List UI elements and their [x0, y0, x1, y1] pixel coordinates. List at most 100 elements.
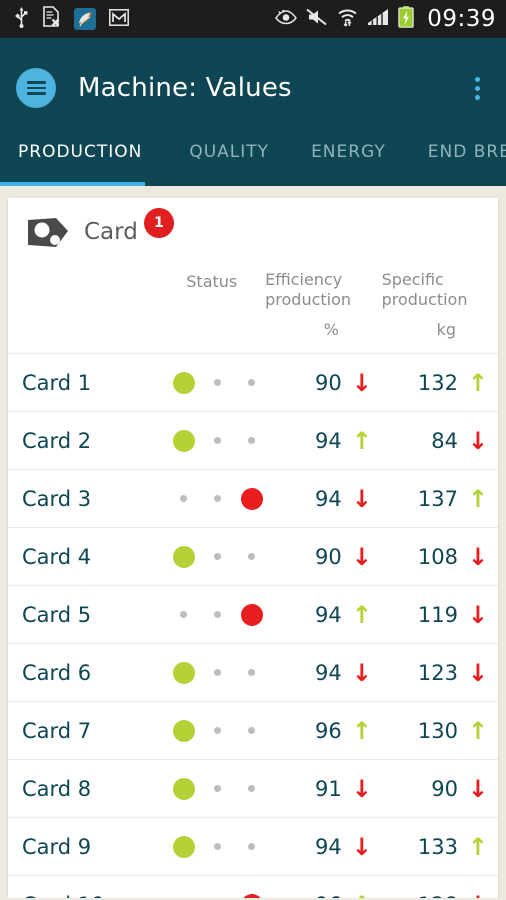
tab-energy[interactable]: ENERGY	[311, 138, 386, 162]
status-dot-slot-inactive	[173, 611, 195, 618]
efficiency-trend-up-arrow-icon: ↑	[351, 600, 372, 629]
status-dot-slot-inactive	[207, 669, 229, 676]
specific-trend-down-arrow-icon: ↓	[467, 774, 489, 803]
status-dot-inactive	[214, 785, 222, 792]
status-dot-inactive	[214, 727, 222, 734]
specific-value: 128	[410, 893, 458, 899]
tab-quality[interactable]: QUALITY	[189, 138, 269, 162]
efficiency-value: 94	[315, 660, 342, 685]
efficiency-trend-down-arrow-icon: ↓	[351, 774, 372, 803]
card-header: Card 1	[8, 198, 498, 252]
page-content: Card 1 Status Efficiency production Spec…	[0, 186, 506, 898]
specific-trend-down-arrow-icon: ↓	[467, 426, 489, 455]
status-dot-inactive	[248, 553, 256, 560]
efficiency-cell: 90 ↓	[266, 545, 382, 569]
card-tag-icon	[26, 214, 72, 252]
status-dot-slot-active	[172, 777, 195, 800]
row-label: Card 2	[22, 428, 92, 453]
status-dot-slot-active	[172, 835, 195, 858]
status-bar-clock: 09:39	[427, 5, 496, 32]
row-label: Card 8	[22, 776, 92, 801]
efficiency-value: 94	[315, 428, 342, 453]
tab-bar: PRODUCTION QUALITY ENERGY END BREAKS	[0, 138, 506, 186]
specific-trend-down-arrow-icon: ↓	[467, 658, 489, 687]
efficiency-cell: 91 ↓	[266, 777, 382, 801]
table-row[interactable]: Card 1096↑128↓	[8, 875, 498, 898]
status-dot-inactive	[248, 727, 256, 734]
table-row[interactable]: Card 9 94 ↓ 133 ↑	[8, 817, 498, 875]
table-row[interactable]: Card 7 96 ↑ 130 ↑	[8, 701, 498, 759]
battery-charging-icon	[398, 6, 414, 32]
signal-bars-icon	[367, 8, 389, 30]
status-dot-inactive	[214, 611, 222, 618]
efficiency-cell: 94 ↑	[266, 603, 382, 627]
status-dot-inactive	[180, 495, 188, 502]
status-dot-slot-active	[240, 487, 263, 510]
specific-value: 137	[417, 486, 458, 511]
gmail-icon	[109, 8, 129, 30]
efficiency-trend-up-arrow-icon: ↑	[342, 893, 382, 899]
efficiency-value: 91	[315, 776, 342, 801]
status-indicator	[159, 835, 266, 858]
specific-value: 133	[417, 834, 458, 859]
specific-value: 119	[417, 602, 458, 627]
overflow-menu-icon[interactable]	[464, 71, 490, 105]
page-title: Machine: Values	[78, 73, 292, 103]
efficiency-trend-down-arrow-icon: ↓	[351, 658, 372, 687]
specific-value: 84	[431, 428, 458, 453]
specific-trend-down-arrow-icon: ↓	[467, 600, 489, 629]
specific-cell: 132 ↑	[382, 371, 498, 395]
status-dot-slot-inactive	[207, 379, 229, 386]
efficiency-cell: 94 ↓	[266, 835, 382, 859]
status-indicator	[159, 545, 266, 568]
table-row[interactable]: Card 2 94 ↑ 84 ↓	[8, 411, 498, 469]
status-dot-slot-inactive	[241, 553, 263, 560]
unit-specific: kg	[436, 320, 456, 339]
table-row[interactable]: Card 6 94 ↓ 123 ↓	[8, 643, 498, 701]
specific-cell: 137 ↑	[382, 487, 498, 511]
status-indicator	[159, 719, 266, 742]
wifi-transfer-icon	[337, 8, 358, 31]
card-rows-list: Card 1 90 ↓ 132 ↑ Card 2 94 ↑ 84 ↓ Card 3 94 ↓ 137 ↑ Ca…	[8, 353, 498, 898]
table-row[interactable]: Card 1 90 ↓ 132 ↑	[8, 353, 498, 411]
column-header-specific-line2: production	[381, 290, 468, 309]
status-dot-slot-inactive	[173, 495, 195, 502]
status-dot-active-red	[240, 893, 263, 898]
status-dot-active-green	[172, 429, 195, 452]
status-dot-slot-active	[172, 661, 195, 684]
status-dot-inactive	[248, 379, 256, 386]
tab-production[interactable]: PRODUCTION	[18, 138, 142, 162]
status-dot-slot-inactive	[241, 785, 263, 792]
efficiency-cell: 96↑	[266, 893, 382, 899]
specific-trend-up-arrow-icon: ↑	[467, 484, 489, 513]
efficiency-value: 94	[315, 602, 342, 627]
efficiency-trend-up-arrow-icon: ↑	[351, 716, 372, 745]
active-tab-indicator	[0, 182, 145, 186]
status-dot-slot-active	[240, 603, 263, 626]
efficiency-cell: 94 ↑	[266, 429, 382, 453]
status-dot-slot-inactive	[207, 437, 229, 444]
column-header-efficiency-line2: production	[265, 290, 352, 309]
unit-status-spacer	[157, 310, 263, 339]
row-label: Card 1	[22, 370, 92, 395]
status-indicator	[159, 661, 266, 684]
specific-value: 132	[417, 370, 458, 395]
status-dot-slot-active	[172, 371, 195, 394]
table-row[interactable]: Card 8 91 ↓ 90 ↓	[8, 759, 498, 817]
table-row[interactable]: Card 4 90 ↓ 108 ↓	[8, 527, 498, 585]
specific-cell: 108 ↓	[382, 545, 498, 569]
table-row[interactable]: Card 5 94 ↑ 119 ↓	[8, 585, 498, 643]
efficiency-cell: 94 ↓	[266, 487, 382, 511]
specific-trend-up-arrow-icon: ↑	[467, 368, 489, 397]
hamburger-menu-icon[interactable]	[16, 68, 56, 108]
status-dot-active-red	[240, 487, 263, 510]
efficiency-value: 94	[315, 486, 342, 511]
table-row[interactable]: Card 3 94 ↓ 137 ↑	[8, 469, 498, 527]
row-label: Card 3	[22, 486, 92, 511]
tab-end-breaks[interactable]: END BREAKS	[428, 138, 506, 162]
specific-cell: 84 ↓	[382, 429, 498, 453]
specific-cell: 133 ↑	[382, 835, 498, 859]
status-dot-slot-inactive	[207, 611, 229, 618]
row-label: Card 5	[22, 602, 92, 627]
status-dot-inactive	[214, 495, 222, 502]
